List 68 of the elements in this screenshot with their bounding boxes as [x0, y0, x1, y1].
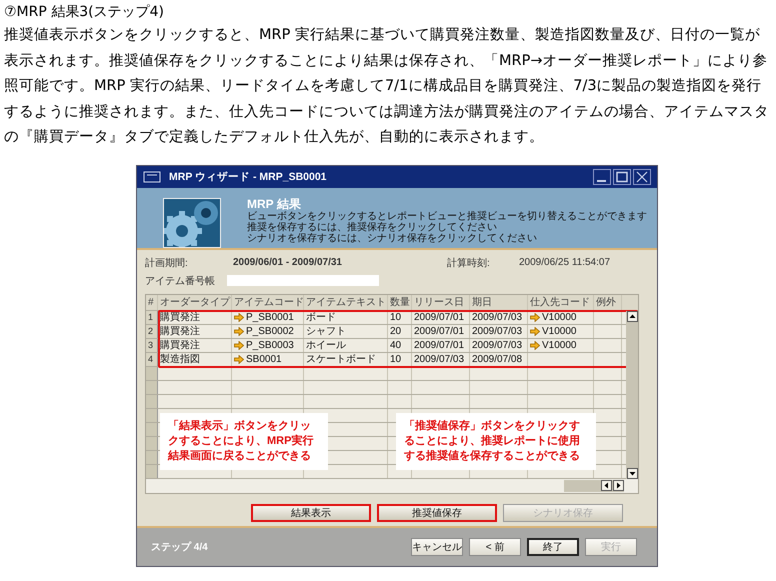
table-cell-text: ボード [306, 311, 336, 324]
row-number[interactable]: 2 [146, 324, 158, 338]
table-cell: P_SB0003 [246, 340, 294, 350]
table-cell-text: 購買発注 [160, 311, 200, 324]
table-cell: P_SB0002 [246, 326, 294, 336]
calc-time-label: 計算時刻: [447, 256, 491, 270]
description-paragraph: 推奨値表示ボタンをクリックすると、MRP 実行結果に基づいて購買発注数量、製造指図数量及び、日付の一覧が表示されます。推奨値保存をクリックすることにより結果は保存され、「MRP→オーダー推奨レポート」により参照可能です。MRP 実行の結果、リードタイムを考慮して7/1に構成品目を購買発注、7/3に製品の製造指図を発行するように推奨されます。また、仕入先コードについては調達方法が購買発注のアイテムの場合、アイテムマスタの『購買データ』タブで定義したデフォルト仕入先が、自動的に表示されます。 [4, 26, 770, 147]
table-cell: 2009/07/03 [472, 326, 522, 336]
column-header: オーダータイプ [158, 294, 232, 310]
table-cell: V10000 [542, 312, 576, 322]
column-header: アイテムコード [232, 294, 304, 310]
table-cell: 10 [390, 354, 402, 364]
column-header: # [146, 294, 158, 310]
table-cell: 2009/07/01 [414, 312, 464, 322]
window-title: MRP ウィザード - MRP_SB0001 [169, 170, 327, 184]
action-button[interactable]: 推奨値保存 [377, 504, 497, 522]
table-cell: 購買発注 [160, 338, 200, 352]
table-cell: 2009/07/03 [472, 312, 522, 322]
banner-title: MRP 結果 [247, 198, 302, 210]
step-indicator: ステップ 4/4 [151, 540, 208, 554]
row-number[interactable]: 3 [146, 338, 158, 352]
instruction-text: ビューボタンをクリックするとレポートビューと推奨ビューを切り替えることができます [247, 210, 647, 222]
row-number[interactable]: 1 [146, 310, 158, 324]
table-cell: 2009/07/03 [414, 354, 464, 364]
period-label: 計画期間: [145, 256, 189, 270]
column-header: 例外 [594, 294, 622, 310]
column-header: リリース日 [412, 294, 470, 310]
table-cell: P_SB0001 [246, 312, 294, 322]
table-cell-text: スケートボード [306, 353, 376, 366]
callout-tooltip: 「結果表示」ボタンをクリックすることにより、MRP実行結果画面に戻ることができる [160, 412, 328, 470]
table-cell-text: シャフト [306, 325, 346, 338]
table-cell: 40 [390, 340, 402, 350]
instruction-text: 推奨を保存するには、推奨保存をクリックしてください [247, 222, 498, 232]
item-number-label: アイテム番号帳 [145, 274, 215, 288]
vertical-scrollbar[interactable] [626, 310, 638, 478]
table-cell: 20 [390, 326, 402, 336]
gear-drawing [163, 198, 221, 248]
table-cell: 2009/07/01 [414, 340, 464, 350]
table-cell: 2009/07/01 [414, 326, 464, 336]
table-cell: 購買発注 [160, 324, 200, 338]
calc-time-value: 2009/06/25 11:54:07 [519, 257, 610, 268]
table-cell: V10000 [542, 326, 576, 336]
action-button[interactable]: 結果表示 [251, 504, 371, 522]
minimize-icon [593, 168, 611, 184]
section-heading: ⑦MRP 結果3(ステップ4) [4, 3, 165, 21]
period-value: 2009/06/01 - 2009/07/31 [233, 257, 343, 268]
item-number-field[interactable] [227, 275, 379, 286]
nav-button[interactable]: < 前 [469, 538, 521, 556]
row-number[interactable]: 4 [146, 352, 158, 366]
window-icon [143, 168, 161, 184]
column-header: 数量 [388, 294, 412, 310]
maximize-icon [613, 168, 631, 184]
table-cell: 製造指図 [160, 352, 200, 366]
close-icon [633, 168, 651, 184]
horizontal-scrollbar[interactable] [564, 480, 624, 492]
instruction-text: シナリオを保存するには、シナリオ保存をクリックしてください [247, 232, 538, 244]
table-cell: 10 [390, 312, 402, 322]
table-cell-text: ホイール [306, 339, 346, 352]
table-cell: V10000 [542, 340, 576, 350]
table-cell: 2009/07/03 [472, 340, 522, 350]
nav-button[interactable]: キャンセル [411, 538, 463, 556]
column-header: アイテムテキスト [304, 294, 388, 310]
callout-tooltip: 「推奨値保存」ボタンをクリックすることにより、推奨レポートに使用する推奨値を保存することができる [396, 412, 596, 470]
column-header: 期日 [470, 294, 528, 310]
table-cell: SB0001 [246, 354, 282, 364]
nav-button[interactable]: 終了 [527, 538, 579, 556]
column-header: 仕入先コード [528, 294, 594, 310]
table-cell: 2009/07/08 [472, 354, 522, 364]
